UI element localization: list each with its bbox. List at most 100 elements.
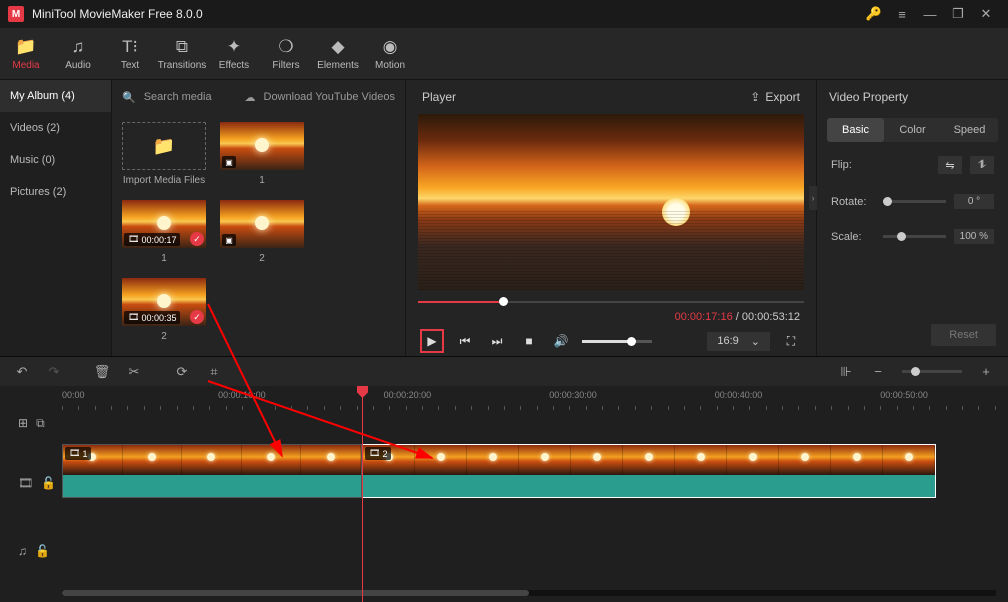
sparkle-icon: ✦: [227, 37, 241, 57]
picture-icon: ▣: [222, 234, 236, 246]
redo-button[interactable]: ↷: [40, 358, 68, 386]
chevron-down-icon: ⌄: [751, 335, 760, 348]
speed-button[interactable]: ⟳: [168, 358, 196, 386]
ruler-mark: 00:00:40:00: [715, 390, 763, 400]
download-icon[interactable]: ☁: [245, 91, 256, 104]
cloud-icon: ❍: [278, 37, 293, 57]
timeline-clip[interactable]: 🎞2: [362, 444, 936, 498]
zoom-slider[interactable]: [902, 370, 962, 373]
media-item[interactable]: 🎞00:00:17✓ 1: [122, 200, 206, 264]
duration-badge: 🎞00:00:17: [124, 233, 180, 246]
volume-icon[interactable]: 🔊: [550, 330, 572, 352]
prop-tab-basic[interactable]: Basic: [827, 118, 884, 142]
media-panel: 🔍 Search media ☁ Download YouTube Videos…: [111, 80, 405, 356]
crop-button[interactable]: ⌗: [200, 358, 228, 386]
tab-text[interactable]: T⁝Text: [104, 28, 156, 80]
tab-audio[interactable]: ♫Audio: [52, 28, 104, 80]
prop-tab-color[interactable]: Color: [884, 118, 941, 142]
menu-icon[interactable]: ≡: [888, 0, 916, 28]
export-button[interactable]: ⇪Export: [750, 90, 800, 104]
aspect-ratio-select[interactable]: 16:9⌄: [707, 332, 770, 351]
seek-slider[interactable]: [418, 294, 804, 310]
zoom-in-button[interactable]: +: [972, 358, 1000, 386]
sidebar-item-myalbum[interactable]: My Album (4): [0, 80, 111, 112]
search-input[interactable]: Search media: [144, 91, 237, 103]
playhead[interactable]: [362, 386, 363, 602]
play-button[interactable]: ▶: [420, 329, 444, 353]
transitions-icon: ⧉: [176, 37, 188, 57]
sidebar-item-videos[interactable]: Videos (2): [0, 112, 111, 144]
flip-vertical-button[interactable]: ⥮: [970, 156, 994, 174]
rotate-value[interactable]: 0 °: [954, 194, 994, 209]
main-toolbar: 📁Media ♫Audio T⁝Text ⧉Transitions ✦Effec…: [0, 28, 1008, 80]
tab-motion[interactable]: ◉Motion: [364, 28, 416, 80]
video-preview[interactable]: [418, 114, 804, 290]
timeline-scrollbar[interactable]: [62, 590, 996, 596]
add-track-icon[interactable]: ⊞: [18, 416, 28, 430]
property-title: Video Property: [817, 80, 1008, 114]
flip-horizontal-button[interactable]: ⇋: [938, 156, 962, 174]
tracks-icon[interactable]: ⊪: [832, 358, 860, 386]
check-icon: ✓: [190, 310, 204, 324]
activate-key-icon[interactable]: 🔑: [860, 0, 888, 28]
text-icon: T⁝: [122, 37, 138, 57]
delete-button[interactable]: 🗑: [88, 358, 116, 386]
scale-slider[interactable]: [883, 235, 946, 238]
picture-icon: ▣: [222, 156, 236, 168]
film-icon: 🎞: [128, 234, 139, 245]
film-icon: 🎞: [128, 312, 139, 323]
scale-value[interactable]: 100 %: [954, 229, 994, 244]
close-button[interactable]: ✕: [972, 0, 1000, 28]
zoom-out-button[interactable]: −: [864, 358, 892, 386]
tab-effects[interactable]: ✦Effects: [208, 28, 260, 80]
app-title: MiniTool MovieMaker Free 8.0.0: [32, 7, 203, 21]
export-icon: ⇪: [750, 90, 760, 104]
clip-tag: 🎞1: [65, 447, 91, 460]
lock-icon[interactable]: 🔓: [41, 476, 56, 490]
prop-tab-speed[interactable]: Speed: [941, 118, 998, 142]
lock-icon[interactable]: 🔓: [35, 544, 50, 558]
film-icon: 🎞: [69, 448, 80, 459]
sidebar-item-pictures[interactable]: Pictures (2): [0, 176, 111, 208]
tab-transitions[interactable]: ⧉Transitions: [156, 28, 208, 80]
sidebar-item-music[interactable]: Music (0): [0, 144, 111, 176]
media-item[interactable]: 🎞00:00:35✓ 2: [122, 278, 206, 342]
fullscreen-button[interactable]: ⛶: [780, 330, 802, 352]
maximize-button[interactable]: ❐: [944, 0, 972, 28]
import-media-button[interactable]: 📁 Import Media Files: [122, 122, 206, 186]
motion-icon: ◉: [383, 37, 398, 57]
media-item[interactable]: ▣ 2: [220, 200, 304, 264]
search-icon[interactable]: 🔍: [122, 91, 136, 104]
timeline-clip[interactable]: 🎞1: [62, 444, 362, 498]
clip-tag: 🎞2: [365, 447, 391, 460]
flip-label: Flip:: [831, 159, 875, 171]
tab-media[interactable]: 📁Media: [0, 28, 52, 80]
reset-button[interactable]: Reset: [931, 324, 996, 346]
music-note-icon: ♫: [72, 37, 85, 57]
stop-button[interactable]: ■: [518, 330, 540, 352]
prev-frame-button[interactable]: ⏮: [454, 330, 476, 352]
panel-collapse-handle[interactable]: ›: [809, 186, 817, 210]
ruler-mark: 00:00:20:00: [384, 390, 432, 400]
folder-icon: 📁: [15, 37, 36, 57]
timeline-ruler[interactable]: 00:00 00:00:10:00 00:00:20:00 00:00:30:0…: [62, 386, 1008, 414]
time-display: 00:00:17:16 / 00:00:53:12: [410, 310, 812, 326]
track-list-icon[interactable]: ⧉: [36, 416, 45, 431]
ruler-mark: 00:00:10:00: [218, 390, 266, 400]
folder-plus-icon: 📁: [153, 136, 175, 157]
shapes-icon: ◆: [331, 37, 344, 57]
undo-button[interactable]: ↶: [8, 358, 36, 386]
download-link[interactable]: Download YouTube Videos: [264, 91, 396, 103]
split-button[interactable]: ✂: [120, 358, 148, 386]
volume-slider[interactable]: [582, 340, 652, 343]
timeline-toolbar: ↶ ↷ 🗑 ✂ ⟳ ⌗ ⊪ − +: [0, 356, 1008, 386]
media-item[interactable]: ▣ 1: [220, 122, 304, 186]
tab-elements[interactable]: ◆Elements: [312, 28, 364, 80]
tab-filters[interactable]: ❍Filters: [260, 28, 312, 80]
property-panel: › Video Property Basic Color Speed Flip:…: [816, 80, 1008, 356]
next-frame-button[interactable]: ⏭: [486, 330, 508, 352]
duration-badge: 🎞00:00:35: [124, 311, 180, 324]
rotate-slider[interactable]: [883, 200, 946, 203]
minimize-button[interactable]: —: [916, 0, 944, 28]
video-track-icon: 🎞: [18, 476, 33, 490]
